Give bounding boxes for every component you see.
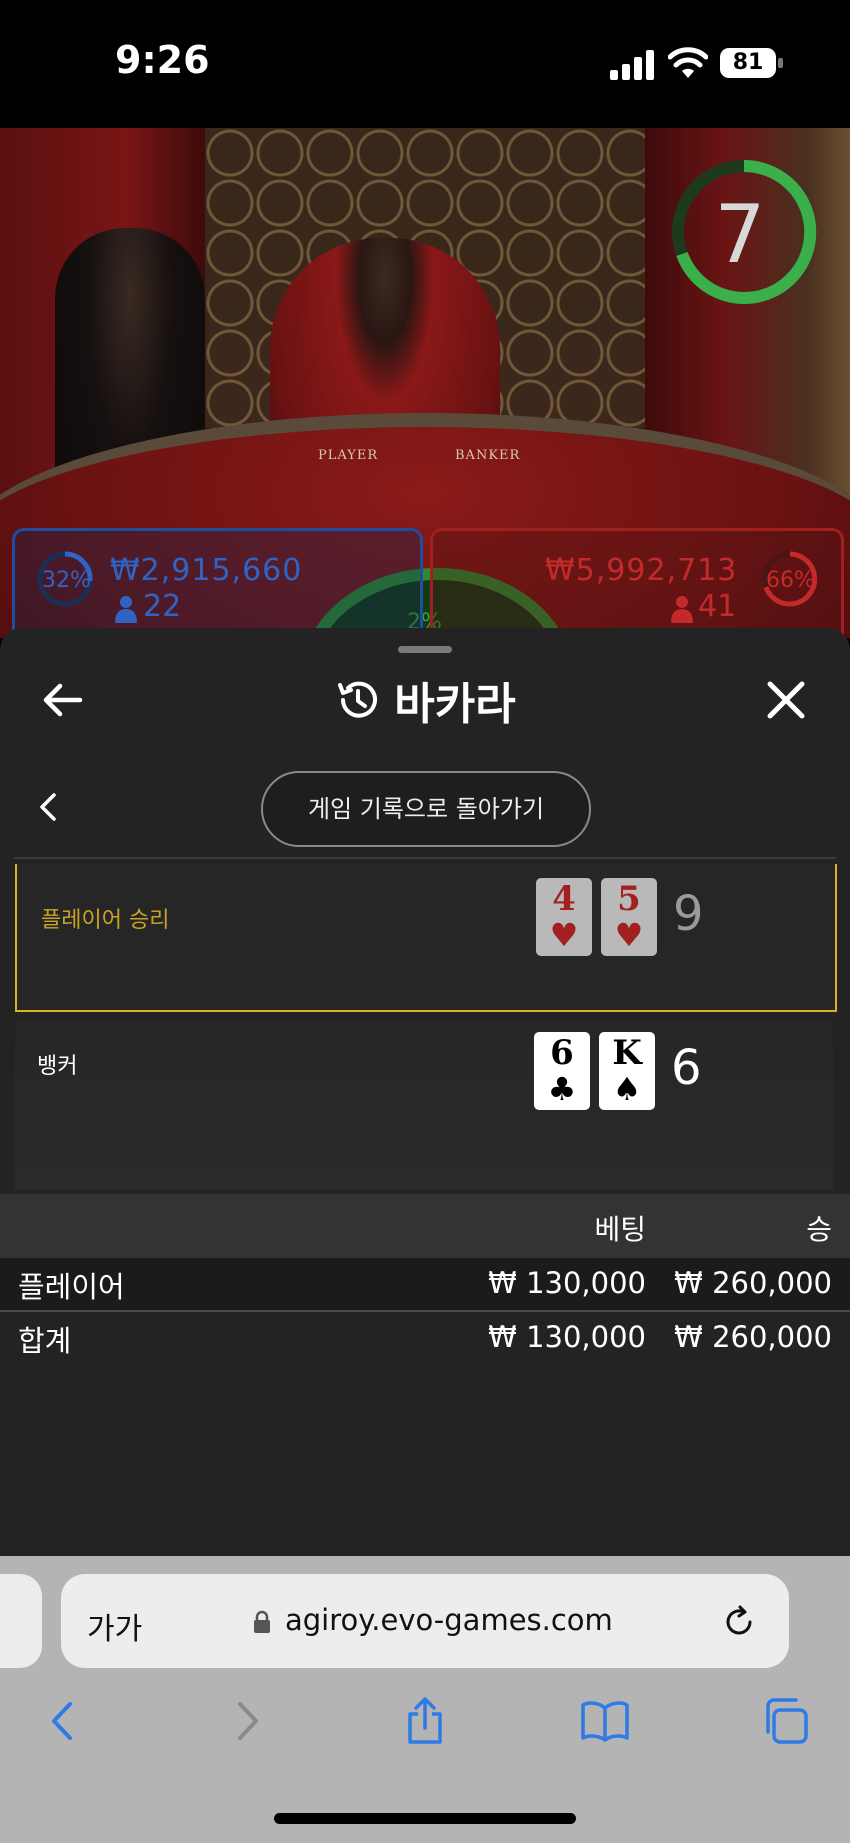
banker-bet-area[interactable]: ₩5,992,713 41 66% — [430, 528, 844, 638]
lock-icon — [254, 1610, 270, 1633]
tabs-icon[interactable] — [760, 1696, 810, 1746]
total-bet-amount: ₩ 130,000 — [488, 1320, 646, 1354]
banker-score: 6 — [671, 1040, 702, 1096]
banker-bettor-count: 41 — [698, 589, 737, 624]
banker-result-label: 뱅커 — [37, 1054, 78, 1079]
user-icon — [671, 596, 693, 623]
card-rank: 4 — [552, 879, 576, 919]
player-percent: 32% — [42, 568, 91, 593]
table-row: 플레이어 ₩ 130,000 ₩ 260,000 — [0, 1258, 850, 1310]
battery-icon: 81 — [720, 48, 776, 78]
share-icon[interactable] — [400, 1696, 450, 1746]
close-icon[interactable] — [764, 678, 808, 722]
bet-amount: ₩ 130,000 — [488, 1266, 646, 1300]
divider — [14, 857, 836, 859]
address-bar[interactable]: 가가 agiroy.evo-games.com — [61, 1574, 789, 1668]
spade-suit-icon: ♠ — [612, 1070, 642, 1108]
banker-card-2: K ♠ — [599, 1032, 655, 1110]
card-rank: 6 — [550, 1033, 574, 1073]
previous-tab-preview[interactable] — [0, 1574, 42, 1668]
card-rank: 5 — [617, 879, 641, 919]
player-card-2: 5 ♥ — [601, 878, 657, 956]
player-bettor-count: 22 — [143, 589, 182, 624]
table-label-player: PLAYER — [318, 448, 379, 463]
wifi-icon — [668, 47, 708, 78]
bet-column-header: 베팅 — [594, 1213, 646, 1246]
user-icon — [115, 596, 137, 623]
text-size-button[interactable]: 가가 — [87, 1604, 142, 1648]
status-bar: 9:26 81 — [0, 0, 850, 128]
heart-suit-icon: ♥ — [549, 916, 579, 954]
card-rank: K — [612, 1033, 642, 1073]
countdown-timer: 7 — [714, 188, 766, 281]
table-label-banker: BANKER — [455, 448, 521, 463]
banker-total-bet: ₩5,992,713 — [545, 553, 738, 588]
player-score: 9 — [673, 886, 704, 942]
player-result-panel: 플레이어 승리 4 ♥ 5 ♥ 9 — [15, 864, 837, 1012]
win-amount: ₩ 260,000 — [674, 1266, 832, 1300]
chevron-left-icon[interactable] — [34, 792, 62, 822]
return-to-history-button[interactable]: 게임 기록으로 돌아가기 — [261, 771, 591, 847]
live-video-stream[interactable]: PLAYER BANKER 7 2% 32% ₩2,915,660 22 ₩5,… — [0, 128, 850, 638]
banker-card-1: 6 ♣ — [534, 1032, 590, 1110]
cellular-signal-icon — [610, 50, 656, 80]
player-card-1: 4 ♥ — [536, 878, 592, 956]
player-bet-area[interactable]: 32% ₩2,915,660 22 — [12, 528, 423, 638]
sheet-title: 바카라 — [0, 668, 850, 732]
bookmarks-icon[interactable] — [580, 1696, 630, 1746]
clock: 9:26 — [115, 38, 210, 82]
forward-icon[interactable] — [222, 1696, 272, 1746]
banker-percent: 66% — [766, 568, 815, 593]
banker-result-panel: 뱅커 6 ♣ K ♠ 6 — [15, 1018, 833, 1190]
history-icon — [338, 681, 378, 718]
bet-type: 플레이어 — [18, 1270, 125, 1304]
sheet-title-text: 바카라 — [394, 679, 516, 730]
sheet-drag-handle[interactable] — [398, 646, 452, 653]
club-suit-icon: ♣ — [547, 1070, 577, 1108]
url-text: agiroy.evo-games.com — [285, 1603, 613, 1637]
battery-cap — [778, 58, 783, 68]
total-label: 합계 — [18, 1324, 72, 1358]
heart-suit-icon: ♥ — [614, 916, 644, 954]
game-history-sheet: 바카라 게임 기록으로 돌아가기 플레이어 승리 4 ♥ 5 ♥ 9 뱅커 6 … — [0, 628, 850, 1556]
table-header-row: 베팅 승 — [0, 1194, 850, 1258]
table-row-total: 합계 ₩ 130,000 ₩ 260,000 — [0, 1312, 850, 1364]
total-win-amount: ₩ 260,000 — [674, 1320, 832, 1354]
back-icon[interactable] — [38, 1696, 88, 1746]
home-indicator — [274, 1813, 576, 1824]
win-column-header: 승 — [806, 1213, 832, 1246]
reload-icon[interactable] — [721, 1604, 757, 1640]
player-total-bet: ₩2,915,660 — [110, 553, 303, 588]
browser-toolbar: 가가 agiroy.evo-games.com — [0, 1556, 850, 1843]
player-result-label: 플레이어 승리 — [41, 908, 170, 933]
